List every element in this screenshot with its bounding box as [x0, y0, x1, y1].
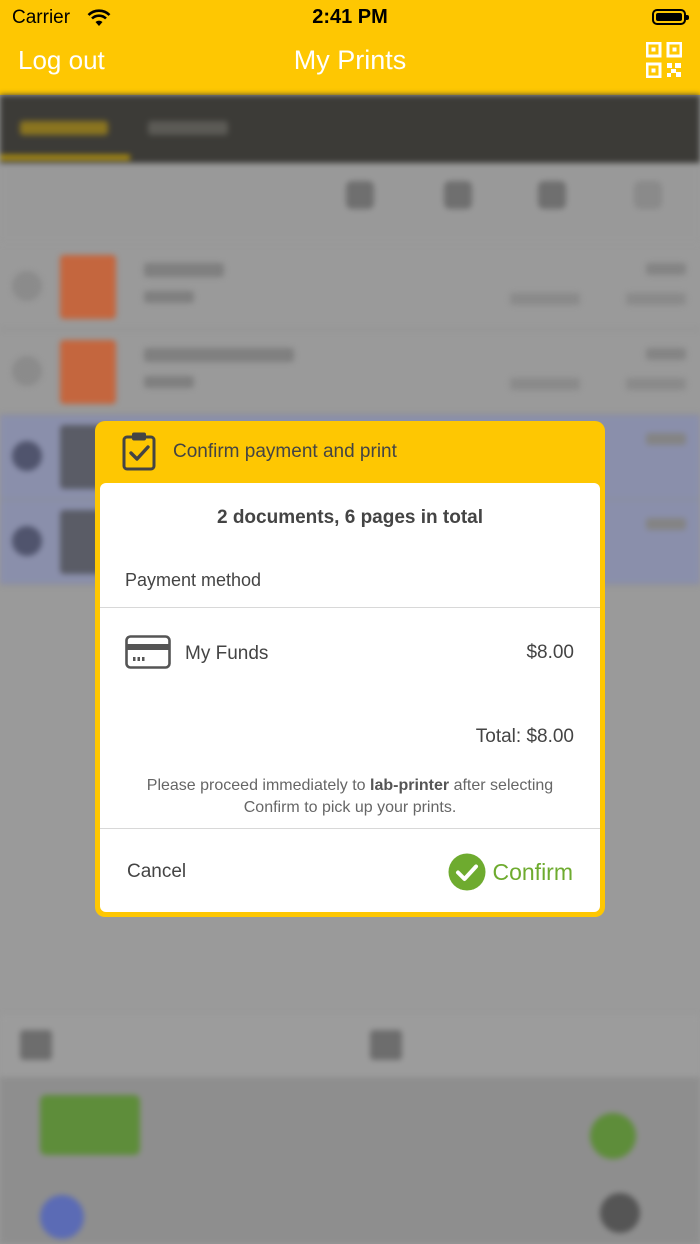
- tab-placeholder: [20, 121, 108, 135]
- battery-icon: [652, 9, 689, 25]
- payment-method-label: Payment method: [125, 570, 262, 590]
- logout-button[interactable]: Log out: [18, 45, 105, 76]
- toolbar-item: [330, 181, 390, 215]
- page-title: My Prints: [293, 45, 407, 75]
- background-bottom-panel: [0, 1015, 700, 1244]
- dialog-title: Confirm payment and print: [173, 441, 397, 462]
- status-time: 2:41 PM: [312, 6, 388, 28]
- bottom-tabs: [0, 1015, 700, 1077]
- toolbar-item: [522, 181, 582, 215]
- toolbar-item: [428, 181, 488, 215]
- tab-indicator: [0, 155, 130, 160]
- payment-method-name[interactable]: My Funds: [185, 643, 268, 665]
- notice-text-before: Please proceed immediately to: [146, 777, 371, 794]
- nav-bar: Log out My Prints: [0, 36, 700, 95]
- avatar: [40, 1195, 84, 1239]
- check-circle-icon: [448, 853, 486, 891]
- qr-code-icon[interactable]: [646, 42, 682, 78]
- balance-block: [40, 1095, 140, 1155]
- payment-method-amount: $8.00: [526, 642, 574, 663]
- divider: [100, 607, 600, 608]
- confirm-label: Confirm: [492, 858, 573, 885]
- background-tab-bar: [0, 95, 700, 163]
- total-amount: Total: $8.00: [475, 726, 574, 747]
- divider: [100, 828, 600, 829]
- list-item: [0, 245, 700, 330]
- toolbar-item: [618, 181, 678, 215]
- credit-card-icon: [125, 635, 171, 669]
- status-bar: Carrier 2:41 PM: [0, 0, 700, 36]
- tab-placeholder: [148, 121, 228, 135]
- cancel-button[interactable]: Cancel: [127, 861, 186, 883]
- clipboard-check-icon: [122, 432, 156, 471]
- pickup-notice: Please proceed immediately to lab-printe…: [120, 775, 580, 819]
- background-toolbar: [0, 163, 700, 243]
- dialog-card: 2 documents, 6 pages in total Payment me…: [100, 483, 600, 912]
- round-button: [600, 1193, 640, 1233]
- list-item: [0, 330, 700, 415]
- print-summary: 2 documents, 6 pages in total: [216, 507, 484, 528]
- confirm-payment-dialog: Confirm payment and print 2 documents, 6…: [95, 421, 605, 917]
- status-dot: [590, 1113, 636, 1159]
- printer-name: lab-printer: [370, 777, 450, 794]
- confirm-button[interactable]: Confirm: [448, 852, 573, 892]
